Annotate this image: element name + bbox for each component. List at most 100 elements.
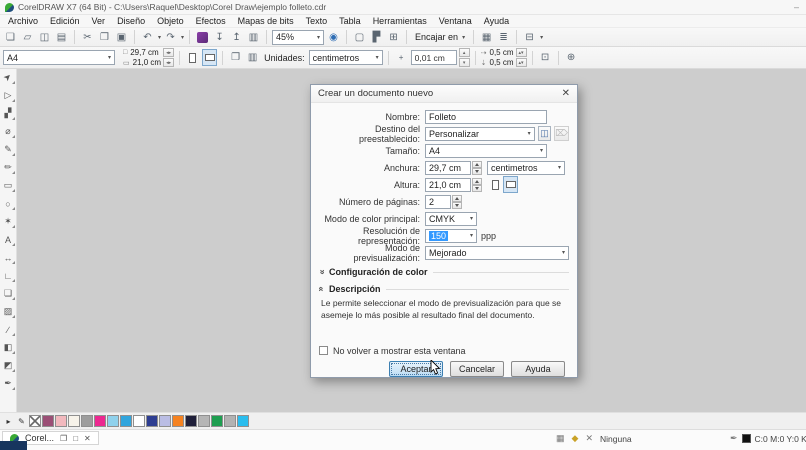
paste-icon[interactable]: ▣ (114, 30, 129, 45)
import-icon[interactable]: ↧ (212, 30, 227, 45)
interactive-fill-tool[interactable]: ◧ (2, 341, 15, 354)
menu-texto[interactable]: Texto (300, 16, 334, 26)
close-icon[interactable]: ✕ (562, 88, 570, 99)
color-swatch[interactable] (172, 415, 184, 427)
ellipse-tool[interactable]: ○ (2, 197, 15, 210)
color-swatch[interactable] (185, 415, 197, 427)
page-height-value[interactable]: 21,0 cm (133, 58, 161, 67)
show-grid-icon[interactable]: ⊞ (386, 30, 401, 45)
duplicate-y-value[interactable]: 0,5 cm (490, 58, 514, 67)
resolution-combo[interactable]: 150 ▾ (425, 228, 477, 243)
landscape-button[interactable] (202, 49, 218, 66)
nudge-input[interactable]: 0,01 cm (410, 50, 457, 65)
text-tool[interactable]: A (2, 233, 15, 246)
no-color-swatch[interactable] (29, 415, 41, 427)
options-dropdown-icon[interactable]: ▾ (540, 34, 543, 41)
color-swatch[interactable] (120, 415, 132, 427)
color-swatch[interactable] (159, 415, 171, 427)
outline-pen-icon[interactable]: ✒ (730, 433, 738, 444)
zoom-level-combo[interactable]: 45% ▾ (272, 29, 325, 45)
width-units-select[interactable]: centimetros ▾ (487, 160, 565, 175)
fill-color-icon[interactable]: ◆ (572, 433, 579, 444)
save-preset-button[interactable]: ◫ (537, 126, 552, 141)
color-swatch[interactable] (198, 415, 210, 427)
color-swatch[interactable] (224, 415, 236, 427)
zoom-tool[interactable]: ⌀ (2, 125, 15, 138)
open-icon[interactable]: ▱ (20, 30, 35, 45)
width-stepper[interactable]: ◂▸ (163, 48, 175, 57)
cancel-button[interactable]: Cancelar (450, 360, 504, 377)
menu-ver[interactable]: Ver (86, 16, 112, 26)
dont-show-again-checkbox[interactable] (319, 346, 328, 356)
menu-herramientas[interactable]: Herramientas (367, 16, 433, 26)
eyedropper-tool[interactable]: ∕ (2, 323, 15, 336)
menu-tabla[interactable]: Tabla (333, 16, 367, 26)
undo-dropdown-icon[interactable]: ▾ (158, 34, 161, 41)
save-icon[interactable]: ◫ (37, 30, 52, 45)
help-button[interactable]: Ayuda (511, 360, 565, 377)
undo-icon[interactable]: ↶ (140, 30, 155, 45)
show-rulers-icon[interactable]: ▛ (369, 30, 384, 45)
maximize-icon[interactable]: □ (73, 434, 78, 443)
no-fill-icon[interactable]: ✕ (585, 433, 593, 444)
new-document-icon[interactable]: ❏ (3, 30, 18, 45)
layout-icon[interactable]: ≣ (496, 30, 511, 45)
redo-icon[interactable]: ↷ (163, 30, 178, 45)
crop-tool[interactable]: ▞ (2, 107, 15, 120)
redo-dropdown-icon[interactable]: ▾ (181, 34, 184, 41)
portrait-button[interactable] (185, 49, 200, 66)
width-input[interactable]: 29,7 cm (425, 160, 471, 175)
export-icon[interactable]: ↥ (229, 30, 244, 45)
dialog-titlebar[interactable]: Crear un documento nuevo ✕ (311, 85, 577, 103)
menu-objeto[interactable]: Objeto (151, 16, 190, 26)
colormode-select[interactable]: CMYK ▾ (425, 211, 477, 226)
print-icon[interactable]: ▤ (54, 30, 69, 45)
menu-archivo[interactable]: Archivo (2, 16, 44, 26)
color-swatch[interactable] (94, 415, 106, 427)
color-swatch[interactable] (107, 415, 119, 427)
portrait-button[interactable] (488, 176, 503, 193)
options-icon[interactable]: ⊟ (522, 30, 537, 45)
connector-tool[interactable]: ∟ (2, 269, 15, 282)
smart-fill-tool[interactable]: ◩ (2, 359, 15, 372)
menu-ayuda[interactable]: Ayuda (478, 16, 515, 26)
units-combo[interactable]: centimetros ▾ (308, 50, 383, 65)
landscape-button[interactable] (503, 176, 518, 193)
keyboard-icon[interactable]: ▦ (556, 433, 565, 444)
height-stepper[interactable]: ◂▸ (163, 58, 175, 67)
all-pages-icon[interactable]: ❐ (228, 50, 243, 65)
preview-mode-select[interactable]: Mejorado ▾ (425, 245, 569, 260)
color-swatch[interactable] (42, 415, 54, 427)
artistic-media-tool[interactable]: ✏ (2, 161, 15, 174)
polygon-tool[interactable]: ✶ (2, 215, 15, 228)
minimize-icon[interactable]: – (794, 2, 801, 12)
description-section-header[interactable]: « Descripción (317, 284, 569, 294)
menu-diseno[interactable]: Diseño (111, 16, 151, 26)
drop-shadow-tool[interactable]: ❏ (2, 287, 15, 300)
fullscreen-preview-icon[interactable]: ◉ (326, 30, 341, 45)
width-spinner[interactable] (472, 160, 482, 175)
transparency-tool[interactable]: ▨ (2, 305, 15, 318)
menu-edicion[interactable]: Edición (44, 16, 86, 26)
name-input[interactable] (425, 109, 547, 124)
snap-to-combo[interactable]: Encajar en ▾ (412, 32, 468, 42)
publish-pdf-icon[interactable]: ▥ (246, 30, 261, 45)
pages-spinner[interactable] (452, 194, 462, 209)
copy-icon[interactable]: ❐ (97, 30, 112, 45)
color-settings-section-header[interactable]: « Configuración de color (317, 267, 569, 277)
color-swatch[interactable] (81, 415, 93, 427)
color-swatch[interactable] (146, 415, 158, 427)
pick-tool[interactable]: ➤ (1, 71, 15, 84)
treat-as-filled-icon[interactable]: ⊡ (538, 50, 553, 65)
color-swatch[interactable] (133, 415, 145, 427)
welcome-screen-icon[interactable]: ▦ (479, 30, 494, 45)
close-icon[interactable]: ✕ (84, 434, 91, 443)
menu-efectos[interactable]: Efectos (190, 16, 232, 26)
shape-tool[interactable]: ▷ (2, 89, 15, 102)
page-width-value[interactable]: 29,7 cm (130, 48, 158, 57)
menu-ventana[interactable]: Ventana (433, 16, 478, 26)
outline-pen-tool[interactable]: ✒ (2, 377, 15, 390)
pages-input[interactable]: 2 (425, 194, 451, 209)
size-select[interactable]: A4 ▾ (425, 143, 547, 158)
dimension-tool[interactable]: ↔ (2, 251, 15, 264)
